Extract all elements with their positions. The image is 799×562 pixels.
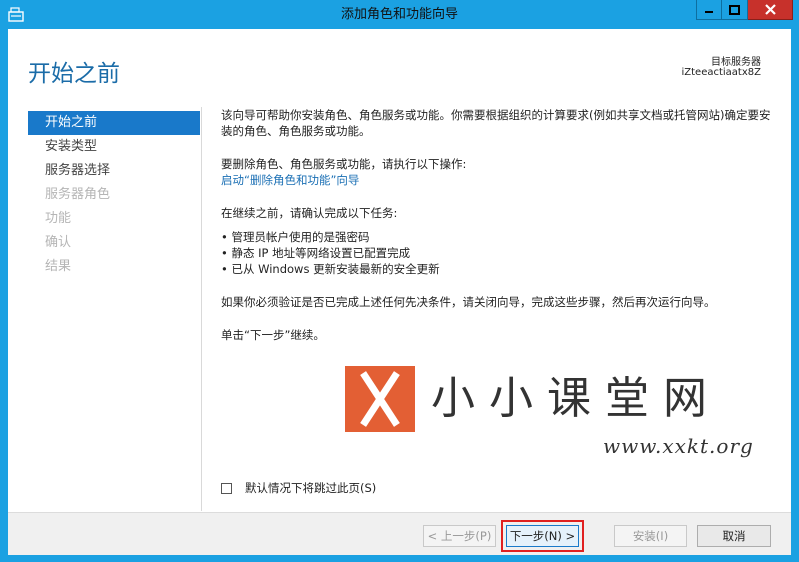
- install-button[interactable]: 安装(I): [614, 525, 687, 547]
- close-icon: [764, 4, 776, 15]
- target-server-value: iZteeactiaatx8Z: [681, 67, 762, 78]
- wizard-content: 该向导可帮助你安装角色、角色服务或功能。你需要根据组织的计算要求(例如共享文档或…: [221, 107, 776, 343]
- remove-roles-link[interactable]: 启动“删除角色和功能”向导: [221, 172, 776, 188]
- title-bar: 添加角色和功能向导: [0, 0, 799, 29]
- window-title: 添加角色和功能向导: [340, 7, 458, 22]
- close-button[interactable]: [748, 0, 793, 20]
- watermark-url: www.xxkt.org: [603, 434, 754, 458]
- skip-page-checkbox[interactable]: [221, 482, 232, 494]
- nav-item-results: 结果: [45, 259, 72, 274]
- wizard-header: 开始之前 目标服务器 iZteeactiaatx8Z: [8, 29, 791, 107]
- page-title: 开始之前: [28, 61, 120, 87]
- next-button[interactable]: 下一步(N) >: [506, 525, 579, 547]
- nav-item-before-you-begin[interactable]: 开始之前: [28, 111, 200, 135]
- skip-page-row[interactable]: 默认情况下将跳过此页(S): [221, 480, 376, 496]
- nav-divider: [201, 107, 202, 511]
- task-item: 管理员帐户使用的是强密码: [221, 229, 776, 245]
- minimize-button[interactable]: [696, 0, 722, 20]
- skip-page-label: 默认情况下将跳过此页(S): [245, 481, 377, 495]
- wizard-footer: < 上一步(P) 下一步(N) > 安装(I) 取消: [8, 512, 791, 555]
- watermark-logo: [345, 366, 415, 432]
- task-item: 已从 Windows 更新安装最新的安全更新: [221, 261, 776, 277]
- nav-item-features: 功能: [45, 211, 72, 226]
- nav-item-server-selection[interactable]: 服务器选择: [28, 159, 200, 183]
- task-item: 静态 IP 地址等网络设置已配置完成: [221, 245, 776, 261]
- window-controls: [696, 0, 793, 21]
- remove-instructions: 要删除角色、角色服务或功能，请执行以下操作:: [221, 157, 467, 171]
- previous-button[interactable]: < 上一步(P): [423, 525, 496, 547]
- maximize-icon: [729, 4, 740, 15]
- cancel-button[interactable]: 取消: [697, 525, 771, 547]
- nav-item-confirmation: 确认: [45, 235, 72, 250]
- intro-text: 该向导可帮助你安装角色、角色服务或功能。你需要根据组织的计算要求(例如共享文档或…: [221, 108, 771, 138]
- before-continue-text: 在继续之前，请确认完成以下任务:: [221, 206, 398, 220]
- watermark: 小小课堂网 www.xxkt.org: [345, 366, 765, 462]
- maximize-button[interactable]: [722, 0, 748, 20]
- watermark-text: 小小课堂网: [431, 373, 721, 424]
- continue-text: 单击“下一步”继续。: [221, 328, 325, 342]
- verify-text: 如果你必须验证是否已完成上述任何先决条件，请关闭向导，完成这些步骤，然后再次运行…: [221, 295, 716, 309]
- target-server-label: 目标服务器: [711, 57, 761, 68]
- wizard-client-area: 开始之前 目标服务器 iZteeactiaatx8Z 开始之前 安装类型 服务器…: [8, 29, 791, 555]
- nav-item-server-roles: 服务器角色: [45, 187, 111, 202]
- minimize-icon: [705, 10, 713, 13]
- watermark-x-icon: [360, 371, 400, 427]
- wizard-nav: 开始之前 安装类型 服务器选择 服务器角色 功能 确认 结果: [28, 111, 200, 279]
- nav-item-installation-type[interactable]: 安装类型: [28, 135, 200, 159]
